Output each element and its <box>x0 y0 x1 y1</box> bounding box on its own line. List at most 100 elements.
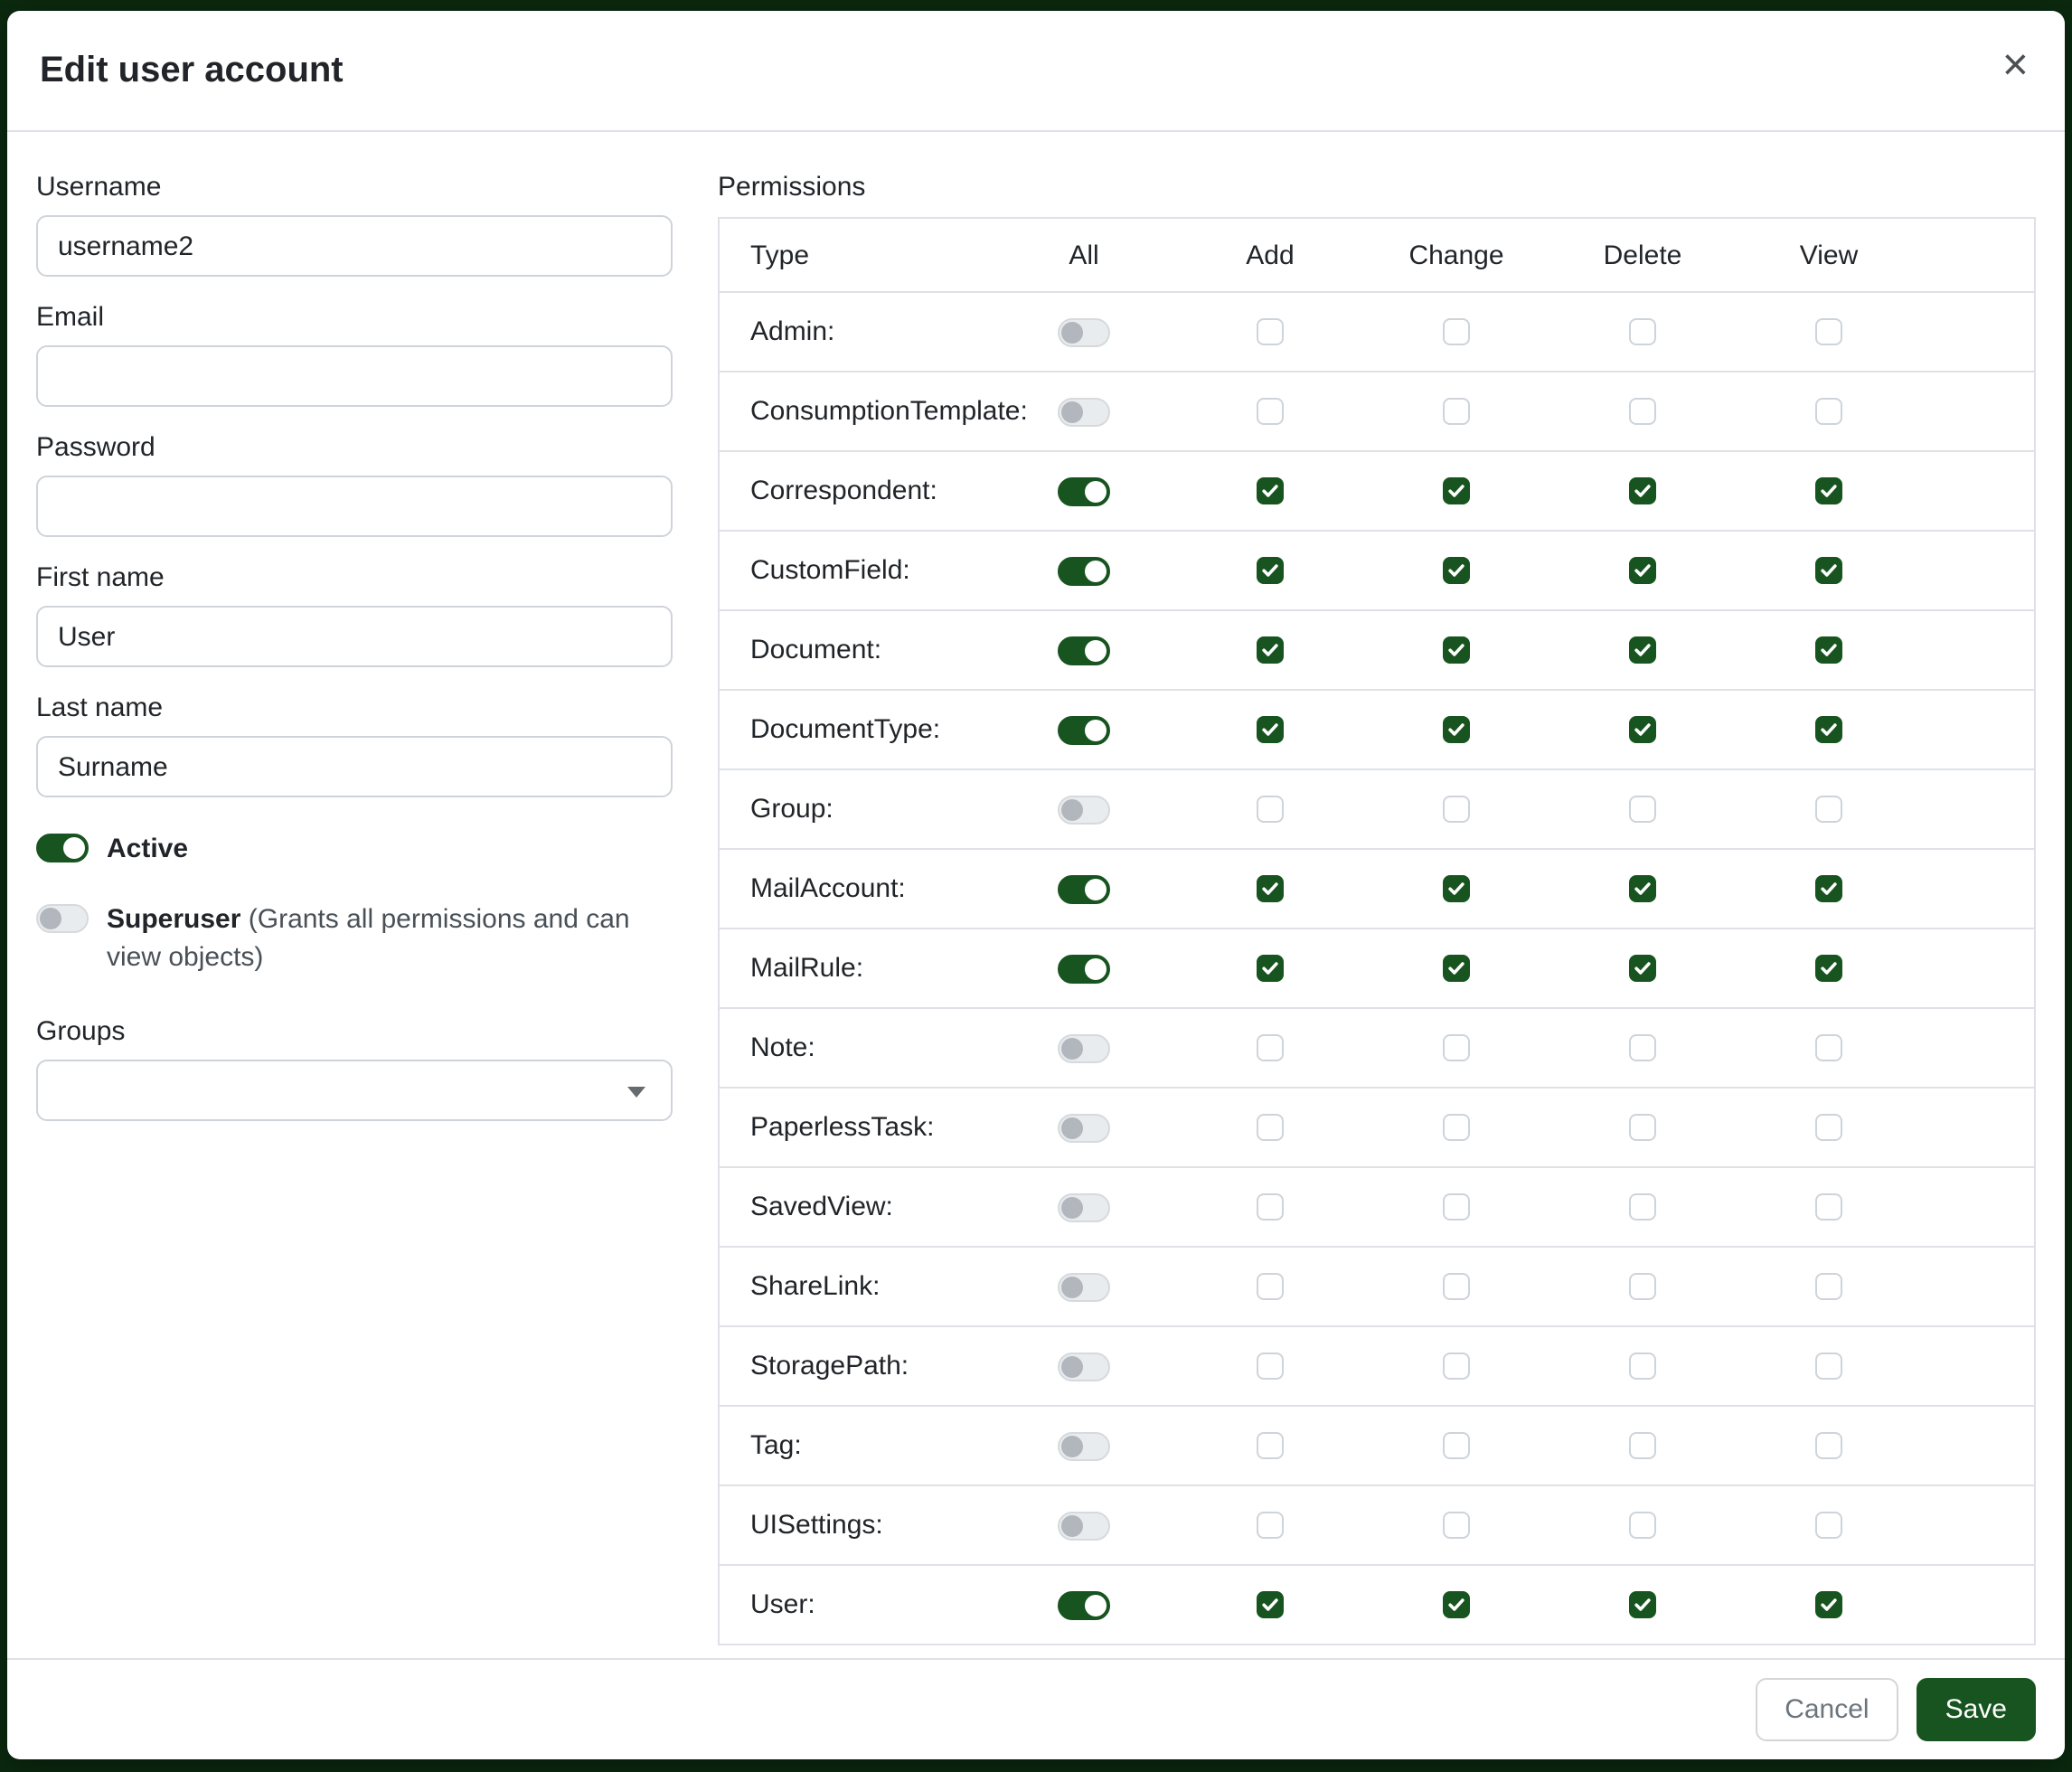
change-checkbox[interactable] <box>1443 1432 1470 1459</box>
save-button[interactable]: Save <box>1917 1678 2036 1741</box>
change-checkbox[interactable] <box>1443 1512 1470 1539</box>
delete-checkbox[interactable] <box>1629 1193 1656 1221</box>
all-toggle[interactable] <box>1058 1590 1110 1619</box>
add-checkbox[interactable] <box>1257 716 1284 743</box>
view-checkbox[interactable] <box>1815 1353 1842 1380</box>
all-toggle[interactable] <box>1058 1511 1110 1540</box>
view-checkbox[interactable] <box>1815 636 1842 664</box>
change-checkbox[interactable] <box>1443 477 1470 504</box>
view-checkbox[interactable] <box>1815 1432 1842 1459</box>
view-checkbox[interactable] <box>1815 1034 1842 1061</box>
all-toggle[interactable] <box>1058 476 1110 505</box>
view-checkbox[interactable] <box>1815 1512 1842 1539</box>
delete-checkbox[interactable] <box>1629 875 1656 902</box>
add-checkbox-cell <box>1177 636 1363 664</box>
all-toggle[interactable] <box>1058 795 1110 824</box>
all-toggle[interactable] <box>1058 1192 1110 1221</box>
view-checkbox[interactable] <box>1815 398 1842 425</box>
superuser-toggle[interactable] <box>36 904 89 933</box>
view-checkbox[interactable] <box>1815 557 1842 584</box>
all-toggle[interactable] <box>1058 715 1110 744</box>
groups-select[interactable] <box>36 1060 673 1121</box>
all-toggle[interactable] <box>1058 874 1110 903</box>
add-checkbox[interactable] <box>1257 1512 1284 1539</box>
email-input[interactable] <box>36 345 673 407</box>
delete-checkbox[interactable] <box>1629 1034 1656 1061</box>
delete-checkbox[interactable] <box>1629 557 1656 584</box>
all-toggle[interactable] <box>1058 954 1110 983</box>
add-checkbox[interactable] <box>1257 1353 1284 1380</box>
delete-checkbox[interactable] <box>1629 1273 1656 1300</box>
view-checkbox[interactable] <box>1815 1193 1842 1221</box>
delete-checkbox[interactable] <box>1629 1432 1656 1459</box>
delete-checkbox[interactable] <box>1629 1114 1656 1141</box>
add-checkbox[interactable] <box>1257 1193 1284 1221</box>
change-checkbox[interactable] <box>1443 1114 1470 1141</box>
change-checkbox[interactable] <box>1443 1034 1470 1061</box>
change-checkbox[interactable] <box>1443 716 1470 743</box>
all-toggle[interactable] <box>1058 1352 1110 1381</box>
change-checkbox[interactable] <box>1443 557 1470 584</box>
view-checkbox[interactable] <box>1815 1591 1842 1618</box>
view-checkbox[interactable] <box>1815 1273 1842 1300</box>
close-icon[interactable]: × <box>2002 43 2029 89</box>
all-toggle[interactable] <box>1058 556 1110 585</box>
add-checkbox[interactable] <box>1257 1591 1284 1618</box>
all-toggle[interactable] <box>1058 636 1110 664</box>
view-checkbox[interactable] <box>1815 796 1842 823</box>
change-checkbox[interactable] <box>1443 1353 1470 1380</box>
view-checkbox[interactable] <box>1815 477 1842 504</box>
last-name-input[interactable] <box>36 736 673 797</box>
add-checkbox[interactable] <box>1257 955 1284 982</box>
all-toggle[interactable] <box>1058 1272 1110 1301</box>
username-input[interactable] <box>36 215 673 277</box>
all-toggle[interactable] <box>1058 317 1110 346</box>
delete-checkbox[interactable] <box>1629 796 1656 823</box>
delete-checkbox[interactable] <box>1629 477 1656 504</box>
change-checkbox[interactable] <box>1443 1193 1470 1221</box>
password-input[interactable] <box>36 476 673 537</box>
add-checkbox[interactable] <box>1257 636 1284 664</box>
active-toggle[interactable] <box>36 834 89 862</box>
change-checkbox[interactable] <box>1443 875 1470 902</box>
change-checkbox[interactable] <box>1443 1273 1470 1300</box>
delete-checkbox[interactable] <box>1629 318 1656 345</box>
view-checkbox[interactable] <box>1815 318 1842 345</box>
view-checkbox[interactable] <box>1815 875 1842 902</box>
change-checkbox[interactable] <box>1443 636 1470 664</box>
add-checkbox[interactable] <box>1257 1114 1284 1141</box>
delete-checkbox[interactable] <box>1629 716 1656 743</box>
change-checkbox[interactable] <box>1443 796 1470 823</box>
view-checkbox[interactable] <box>1815 716 1842 743</box>
delete-checkbox[interactable] <box>1629 1591 1656 1618</box>
add-checkbox[interactable] <box>1257 398 1284 425</box>
add-checkbox[interactable] <box>1257 477 1284 504</box>
permission-type-label: ConsumptionTemplate: <box>720 396 991 427</box>
toggle-knob <box>1061 1355 1083 1377</box>
all-toggle[interactable] <box>1058 1431 1110 1460</box>
delete-checkbox[interactable] <box>1629 1512 1656 1539</box>
all-toggle[interactable] <box>1058 1113 1110 1142</box>
add-checkbox[interactable] <box>1257 1432 1284 1459</box>
all-toggle[interactable] <box>1058 1033 1110 1062</box>
delete-checkbox[interactable] <box>1629 398 1656 425</box>
add-checkbox[interactable] <box>1257 557 1284 584</box>
add-checkbox-cell <box>1177 1273 1363 1300</box>
change-checkbox[interactable] <box>1443 398 1470 425</box>
first-name-input[interactable] <box>36 606 673 667</box>
change-checkbox[interactable] <box>1443 955 1470 982</box>
view-checkbox[interactable] <box>1815 1114 1842 1141</box>
delete-checkbox[interactable] <box>1629 636 1656 664</box>
add-checkbox[interactable] <box>1257 1273 1284 1300</box>
add-checkbox[interactable] <box>1257 875 1284 902</box>
delete-checkbox[interactable] <box>1629 955 1656 982</box>
delete-checkbox[interactable] <box>1629 1353 1656 1380</box>
add-checkbox[interactable] <box>1257 1034 1284 1061</box>
change-checkbox[interactable] <box>1443 1591 1470 1618</box>
all-toggle[interactable] <box>1058 397 1110 426</box>
view-checkbox[interactable] <box>1815 955 1842 982</box>
cancel-button[interactable]: Cancel <box>1756 1678 1898 1741</box>
add-checkbox[interactable] <box>1257 796 1284 823</box>
add-checkbox[interactable] <box>1257 318 1284 345</box>
change-checkbox[interactable] <box>1443 318 1470 345</box>
